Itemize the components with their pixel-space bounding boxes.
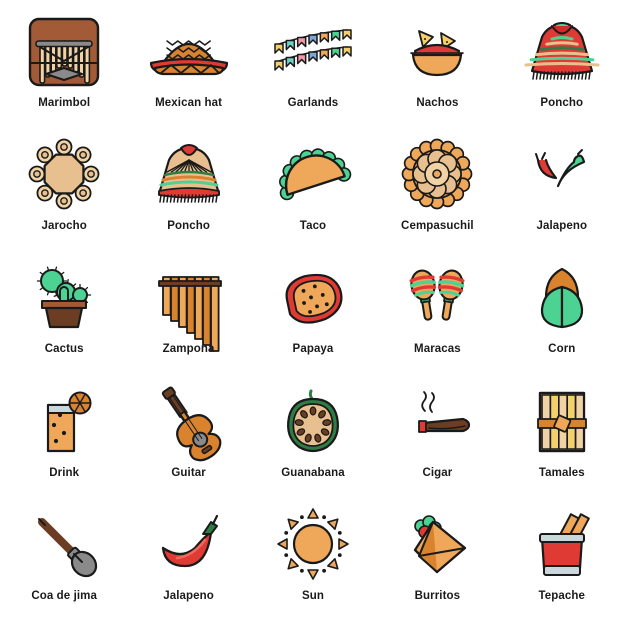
marimbol-icon [15, 10, 113, 92]
icon-label-maracas: Maracas [414, 343, 461, 356]
icon-label-garlands: Garlands [287, 97, 339, 109]
corn-icon [513, 256, 611, 338]
red-chili-icon [140, 503, 238, 585]
tambourine-icon [15, 133, 113, 215]
marigold-icon [388, 133, 486, 215]
icon-cell-papaya[interactable]: Papaya [251, 250, 375, 373]
two-chili-icon [513, 133, 611, 215]
icon-cell-tamales[interactable]: Tamales [500, 374, 624, 497]
icon-label-marimbol: Marimbol [38, 97, 91, 109]
icon-cell-mexican-hat[interactable]: Mexican hat [126, 4, 250, 127]
sombrero-icon [140, 10, 238, 92]
icon-label-papaya: Papaya [292, 343, 334, 356]
icon-cell-zampona[interactable]: Zampona [126, 250, 250, 373]
icon-label-poncho-1: Poncho [540, 97, 584, 109]
icon-cell-garlands[interactable]: Garlands [251, 4, 375, 127]
icon-cell-cempasuchil[interactable]: Cempasuchil [375, 127, 499, 250]
cigar-icon [388, 380, 486, 462]
icon-label-cigar: Cigar [422, 466, 453, 479]
papaya-icon [264, 256, 362, 338]
icon-cell-cactus[interactable]: Cactus [2, 250, 126, 373]
garlands-icon [264, 10, 362, 92]
icon-cell-maracas[interactable]: Maracas [375, 250, 499, 373]
icon-label-tamales: Tamales [538, 466, 585, 479]
tepache-cup-icon [513, 503, 611, 585]
cactus-icon [15, 256, 113, 338]
nachos-icon [388, 10, 486, 92]
icon-cell-cigar[interactable]: Cigar [375, 374, 499, 497]
guanabana-icon [264, 380, 362, 462]
icon-label-sun: Sun [301, 589, 324, 602]
icon-cell-jalapeno-1[interactable]: Jalapeno [500, 127, 624, 250]
coa-tool-icon [15, 503, 113, 585]
sun-icon [264, 503, 362, 585]
icon-cell-guanabana[interactable]: Guanabana [251, 374, 375, 497]
poncho-red-icon [513, 10, 611, 92]
icon-grid: Marimbol Mexican hat Garlands Nachos Poncho J… [0, 0, 626, 626]
icon-cell-jarocho[interactable]: Jarocho [2, 127, 126, 250]
icon-cell-burritos[interactable]: Burritos [375, 497, 499, 620]
icon-label-burritos: Burritos [414, 589, 461, 602]
burrito-icon [388, 503, 486, 585]
icon-cell-guitar[interactable]: Guitar [126, 374, 250, 497]
icon-cell-jalapeno-2[interactable]: Jalapeno [126, 497, 250, 620]
icon-label-guitar: Guitar [171, 466, 206, 479]
icon-cell-taco[interactable]: Taco [251, 127, 375, 250]
icon-label-drink: Drink [49, 466, 80, 479]
icon-cell-drink[interactable]: Drink [2, 374, 126, 497]
maracas-icon [388, 256, 486, 338]
icon-cell-nachos[interactable]: Nachos [375, 4, 499, 127]
poncho-tan-icon [140, 133, 238, 215]
icon-cell-poncho-1[interactable]: Poncho [500, 4, 624, 127]
icon-label-nachos: Nachos [416, 97, 459, 109]
icon-label-poncho-2: Poncho [167, 220, 210, 233]
icon-cell-sun[interactable]: Sun [251, 497, 375, 620]
icon-cell-marimbol[interactable]: Marimbol [2, 4, 126, 127]
icon-cell-tepache[interactable]: Tepache [500, 497, 624, 620]
icon-label-jalapeno-1: Jalapeno [536, 220, 588, 233]
tamales-icon [513, 380, 611, 462]
icon-label-corn: Corn [548, 343, 576, 356]
icon-label-coa-de-jima: Coa de jima [31, 589, 98, 602]
icon-label-jarocho: Jarocho [41, 220, 87, 233]
guitar-icon [140, 380, 238, 462]
icon-cell-coa-de-jima[interactable]: Coa de jima [2, 497, 126, 620]
icon-cell-poncho-2[interactable]: Poncho [126, 127, 250, 250]
icon-label-cactus: Cactus [44, 343, 84, 356]
icon-label-tepache: Tepache [538, 589, 586, 602]
icon-label-cempasuchil: Cempasuchil [401, 220, 474, 233]
panflute-icon [140, 256, 238, 353]
icon-label-jalapeno-2: Jalapeno [163, 589, 214, 602]
icon-label-mexican-hat: Mexican hat [155, 97, 223, 109]
icon-label-taco: Taco [299, 220, 327, 233]
taco-icon [264, 133, 362, 215]
icon-label-guanabana: Guanabana [281, 466, 345, 479]
drink-glass-icon [15, 380, 113, 462]
icon-label-zampona: Zampona [162, 343, 215, 356]
icon-cell-corn[interactable]: Corn [500, 250, 624, 373]
